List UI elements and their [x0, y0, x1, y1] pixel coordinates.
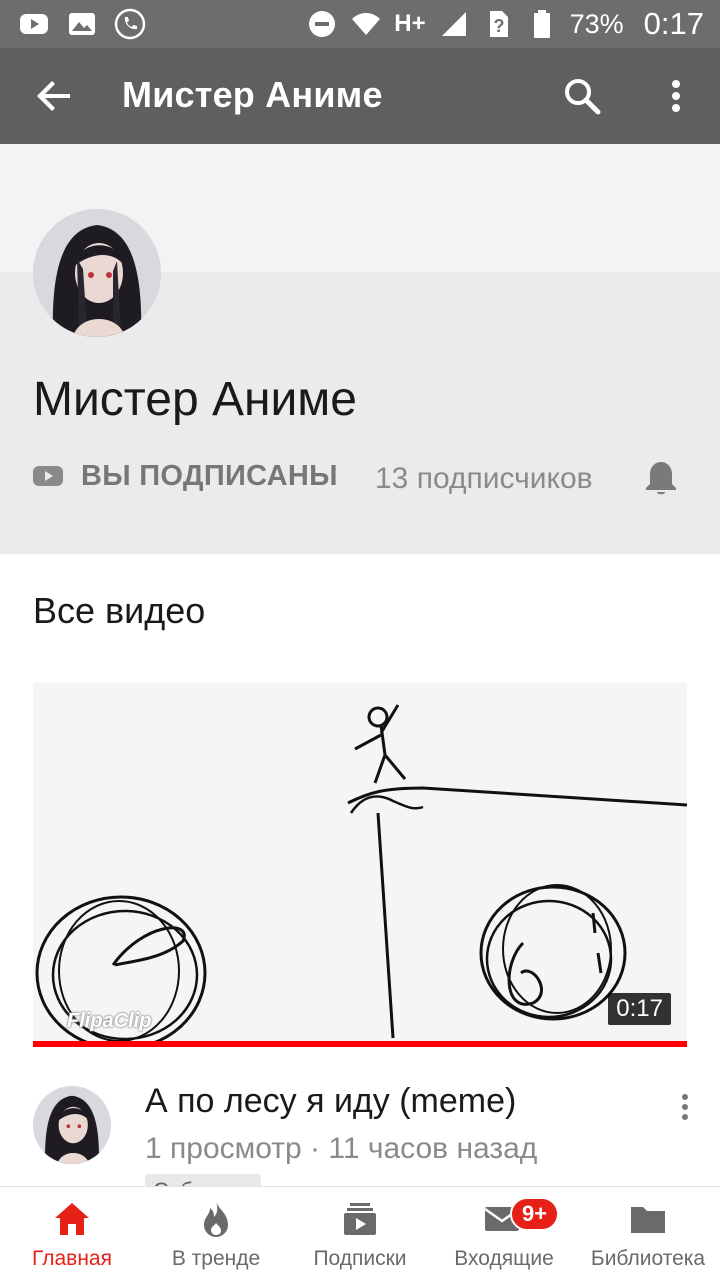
watermark: FlipaClip	[67, 1010, 152, 1032]
nav-label: Подписки	[313, 1247, 407, 1270]
subscription-row: ВЫ ПОДПИСАНЫ 13 подписчиков	[33, 458, 687, 498]
app-bar-title: Мистер Аниме	[122, 74, 383, 115]
video-info-row[interactable]: А по лесу я иду (meme) 1 просмотр · 11 ч…	[0, 1072, 720, 1186]
nav-subscriptions[interactable]: Подписки	[288, 1187, 432, 1280]
svg-text:?: ?	[493, 16, 504, 36]
section-title: Все видео	[33, 590, 206, 631]
subscribed-button[interactable]: ВЫ ПОДПИСАНЫ	[81, 460, 338, 493]
video-meta: 1 просмотр · 11 часов назад	[145, 1132, 538, 1165]
subtitles-badge: Субтитры	[145, 1174, 262, 1186]
youtube-icon	[33, 466, 63, 486]
folder-icon	[631, 1207, 665, 1233]
dnd-icon	[309, 11, 336, 37]
nav-label: Библиотека	[590, 1247, 706, 1270]
nav-home[interactable]: Главная	[0, 1187, 144, 1280]
channel-name: Мистер Аниме	[33, 373, 357, 426]
thumbnail-drawing	[33, 683, 687, 1047]
image-icon	[69, 13, 95, 35]
nav-label: В тренде	[171, 1247, 261, 1270]
channel-avatar[interactable]	[33, 209, 161, 337]
battery-icon	[533, 10, 550, 38]
youtube-icon	[20, 14, 48, 34]
wifi-icon	[352, 13, 381, 35]
back-arrow-icon[interactable]	[30, 72, 78, 120]
network-type: H+	[394, 10, 426, 37]
more-vert-icon[interactable]	[652, 72, 700, 120]
watch-progress-bar	[33, 1041, 687, 1047]
search-icon[interactable]	[558, 72, 606, 120]
video-duration: 0:17	[608, 993, 671, 1025]
home-icon	[55, 1203, 89, 1235]
nav-inbox[interactable]: 9+ Входящие	[432, 1187, 576, 1280]
nav-label: Главная	[32, 1247, 112, 1270]
nav-label: Входящие	[454, 1247, 554, 1270]
more-vert-icon[interactable]	[668, 1090, 702, 1124]
video-thumbnail[interactable]: FlipaClip 0:17	[33, 683, 687, 1047]
phone-icon	[114, 8, 146, 40]
subscriptions-icon	[344, 1203, 376, 1235]
signal-icon	[441, 12, 466, 36]
video-title[interactable]: А по лесу я иду (meme)	[145, 1082, 516, 1121]
battery-percent: 73%	[569, 8, 624, 39]
status-bar: H+ ? 73% 0:17	[0, 0, 720, 48]
bottom-navigation: Главная В тренде Подписки 9+ Входящие Би…	[0, 1186, 720, 1280]
app-bar: Мистер Аниме	[0, 48, 720, 144]
nav-trending[interactable]: В тренде	[144, 1187, 288, 1280]
sim-unknown-icon: ?	[489, 11, 508, 37]
nav-library[interactable]: Библиотека	[576, 1187, 720, 1280]
bell-icon[interactable]	[641, 458, 681, 498]
clock: 0:17	[643, 6, 704, 41]
flame-icon	[204, 1201, 228, 1237]
subscriber-count: 13 подписчиков	[375, 462, 593, 495]
inbox-badge: 9+	[510, 1197, 560, 1231]
video-channel-avatar[interactable]	[33, 1086, 111, 1164]
